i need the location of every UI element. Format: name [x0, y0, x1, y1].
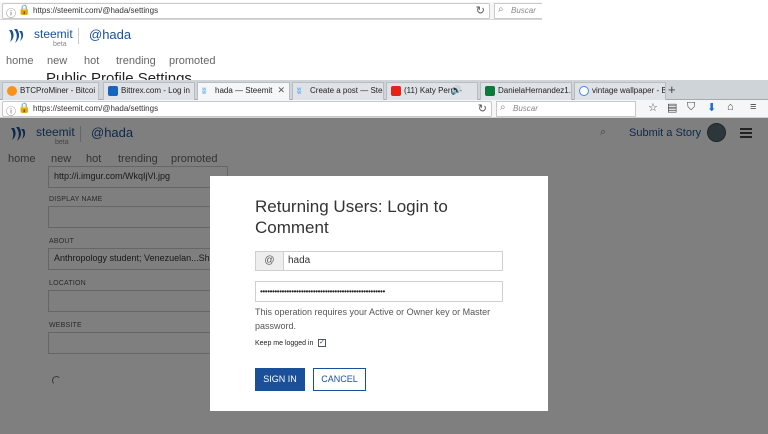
bg-brand-name: steemit	[34, 27, 73, 41]
bg-search-placeholder: Buscar	[511, 6, 536, 15]
keep-logged-in-checkbox[interactable]: ✓	[318, 339, 326, 347]
tab-create-post[interactable]: ʬ Create a post — Stee	[292, 82, 384, 100]
shield-icon[interactable]: ⛉	[687, 101, 695, 114]
steemit-logo-icon[interactable]	[6, 26, 26, 46]
tab-label: DanielaHernandez1.2	[498, 86, 572, 95]
bg-user-link[interactable]: @hada	[89, 27, 131, 42]
search-placeholder: Buscar	[513, 104, 538, 113]
bg-brand-beta: beta	[53, 41, 67, 48]
bg-brand[interactable]: steemit beta	[34, 27, 73, 48]
tab-bittrex[interactable]: Bittrex.com - Log in	[103, 82, 195, 100]
bg-url-text: https://steemit.com/@hada/settings	[33, 6, 159, 15]
clipboard-icon[interactable]: ▤	[667, 101, 677, 114]
tab-daniela-hernandez[interactable]: DanielaHernandez1.2	[480, 82, 572, 100]
menu-icon[interactable]: ≡	[750, 101, 756, 113]
tab-hada-steemit[interactable]: ʬ hada — Steemit ✕	[197, 82, 290, 101]
bg-nav-home[interactable]: home	[6, 55, 34, 67]
steemit-icon: ʬ	[202, 86, 207, 96]
sign-in-button[interactable]: SIGN IN	[255, 368, 305, 391]
username-field: @ hada	[255, 251, 503, 271]
download-icon[interactable]: ⬇	[707, 101, 716, 114]
bg-nav: home new hot trending promoted	[0, 52, 542, 72]
tab-label: Bittrex.com - Log in	[121, 86, 190, 95]
cancel-button[interactable]: CANCEL	[313, 368, 366, 391]
tab-label: hada — Steemit	[215, 86, 273, 95]
foreground-browser-window: BTCProMiner - Bitcoi Bittrex.com - Log i…	[0, 80, 768, 434]
tab-label: vintage wallpaper - B	[592, 86, 666, 95]
divider	[78, 28, 79, 44]
tab-vintage-wallpaper[interactable]: vintage wallpaper - B	[574, 82, 666, 100]
pinterest-icon	[485, 86, 495, 96]
bg-nav-promoted[interactable]: promoted	[169, 55, 215, 67]
at-symbol-addon: @	[256, 252, 284, 270]
home-icon[interactable]: ⌂	[727, 101, 734, 113]
address-bar[interactable]: ⓘ 🔒 https://steemit.com/@hada/settings ↻	[2, 101, 492, 118]
keep-logged-in-label[interactable]: Keep me logged in	[255, 340, 313, 347]
bittrex-icon	[108, 86, 118, 96]
modal-title: Returning Users: Login to Comment	[255, 197, 448, 237]
reload-icon[interactable]: ↻	[476, 4, 485, 17]
bg-nav-hot[interactable]: hot	[84, 55, 99, 67]
reload-icon[interactable]: ↻	[478, 102, 487, 115]
background-browser-window: ⓘ 🔒 https://steemit.com/@hada/settings ↻…	[0, 0, 542, 82]
close-tab-icon[interactable]: ✕	[277, 85, 285, 96]
tab-label: Create a post — Stee	[310, 86, 384, 95]
google-icon	[579, 86, 589, 96]
search-icon: ⌕	[498, 4, 504, 15]
bg-address-bar[interactable]: ⓘ 🔒 https://steemit.com/@hada/settings ↻	[2, 3, 490, 20]
bg-address-bar-row: ⓘ 🔒 https://steemit.com/@hada/settings ↻…	[0, 2, 542, 20]
lock-icon: 🔒	[18, 103, 31, 114]
bg-nav-trending[interactable]: trending	[116, 55, 156, 67]
info-icon[interactable]: ⓘ	[6, 5, 16, 20]
tab-youtube-katy-perry[interactable]: (11) Katy Perry - 🔊	[386, 82, 478, 100]
nav-toolbar: ⓘ 🔒 https://steemit.com/@hada/settings ↻…	[0, 100, 768, 118]
bitcoin-icon	[7, 86, 17, 96]
url-text: https://steemit.com/@hada/settings	[33, 104, 159, 113]
bg-site-header: steemit beta @hada	[0, 22, 542, 52]
login-modal: Returning Users: Login to Comment @ hada…	[210, 176, 548, 411]
lock-icon: 🔒	[18, 5, 31, 16]
tab-bar: BTCProMiner - Bitcoi Bittrex.com - Log i…	[0, 80, 768, 101]
search-input[interactable]: ⌕ Buscar	[496, 101, 636, 117]
youtube-icon	[391, 86, 401, 96]
tab-btcprominer[interactable]: BTCProMiner - Bitcoi	[2, 82, 99, 100]
bg-search-input[interactable]: ⌕ Buscar	[494, 3, 542, 19]
speaker-icon[interactable]: 🔊	[451, 85, 462, 96]
password-input[interactable]: ••••••••••••••••••••••••••••••••••••••••…	[255, 281, 503, 302]
new-tab-icon[interactable]: +	[668, 82, 676, 97]
search-icon: ⌕	[500, 102, 506, 113]
bookmark-star-icon[interactable]: ☆	[648, 101, 658, 114]
password-requirement-note: This operation requires your Active or O…	[255, 307, 491, 331]
info-icon[interactable]: ⓘ	[6, 103, 16, 118]
bg-nav-new[interactable]: new	[47, 55, 67, 67]
tab-label: BTCProMiner - Bitcoi	[20, 86, 96, 95]
steemit-icon: ʬ	[297, 86, 302, 96]
username-input[interactable]: hada	[284, 252, 502, 270]
